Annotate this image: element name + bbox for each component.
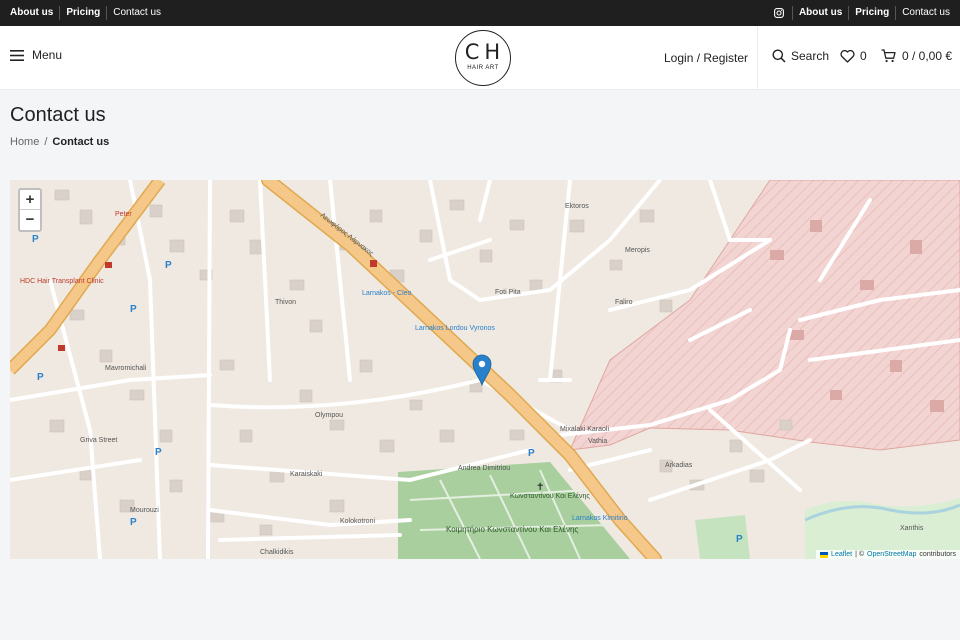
breadcrumb: Home / Contact us <box>10 136 109 148</box>
attribution-separator: | © <box>855 551 864 558</box>
label-ektoros: Ektoros <box>565 203 589 210</box>
label-meropis: Meropis <box>625 247 650 254</box>
breadcrumb-separator: / <box>44 136 48 148</box>
label-karaiskaki: Karaiskaki <box>290 471 323 478</box>
top-right-link-about[interactable]: About us <box>791 6 848 20</box>
leaflet-link[interactable]: Leaflet <box>831 551 852 558</box>
svg-text:P: P <box>736 534 743 545</box>
location-map[interactable]: Olympou Mixalaki Karaoli Karaiskaki Kolo… <box>10 180 960 559</box>
map-attribution: Leaflet | © OpenStreetMap contributors <box>816 550 960 559</box>
label-arkadias: Arkadias <box>665 462 693 469</box>
top-link-pricing[interactable]: Pricing <box>59 6 106 20</box>
label-griva: Griva Street <box>80 437 117 444</box>
svg-text:P: P <box>165 260 172 271</box>
search-button[interactable]: Search <box>772 49 829 63</box>
site-logo[interactable]: CH HAIR ART <box>455 30 511 86</box>
menu-label: Menu <box>32 48 63 62</box>
main-header: Menu CH HAIR ART Login / Register Search… <box>0 26 960 90</box>
top-bar: About us Pricing Contact us About us Pri… <box>0 0 960 26</box>
cart-button[interactable]: 0 / 0,00 € <box>881 49 952 63</box>
label-church: Κωνσταντίνου Και Ελένης <box>510 492 590 500</box>
label-andrea-dimitriou: Andrea Dimitriou <box>458 465 510 472</box>
header-divider <box>757 26 758 90</box>
label-stop-1: Larnakos - Cleo <box>362 290 412 297</box>
search-label: Search <box>791 49 830 63</box>
svg-text:P: P <box>130 304 137 315</box>
label-faliro: Faliro <box>615 299 633 306</box>
svg-text:✝: ✝ <box>536 482 544 493</box>
breadcrumb-current: Contact us <box>52 136 110 148</box>
label-xanthis: Xanthis <box>900 525 924 532</box>
label-mourouzi: Mourouzi <box>130 507 159 514</box>
wishlist-count: 0 <box>860 49 867 63</box>
top-link-about[interactable]: About us <box>10 6 59 20</box>
top-link-contact[interactable]: Contact us <box>106 6 167 20</box>
osm-link[interactable]: OpenStreetMap <box>867 551 916 558</box>
label-stop-2: Larnakos Lordou Vyronos <box>415 325 495 332</box>
ukraine-flag-icon <box>820 551 829 558</box>
label-kolokotroni: Kolokotroni <box>340 518 375 525</box>
label-chalkidikis: Chalkidikis <box>260 549 294 556</box>
label-mavromichali: Mavromichali <box>105 365 147 372</box>
logo-main-text: CH <box>464 40 506 64</box>
label-shop: Peter <box>115 211 132 218</box>
cart-total: 0 / 0,00 € <box>902 49 953 63</box>
top-bar-right-links: About us Pricing Contact us <box>766 0 956 26</box>
svg-text:P: P <box>528 448 535 459</box>
wishlist-button[interactable]: 0 <box>840 49 867 63</box>
label-bank: Vathia <box>588 438 607 445</box>
label-mixalaki: Mixalaki Karaoli <box>560 426 609 433</box>
page-title: Contact us <box>10 104 106 126</box>
login-register-link[interactable]: Login / Register <box>664 51 748 65</box>
label-cemetery: Κοιμητήριο Κωνσταντίνου Και Ελένης <box>446 525 578 534</box>
hamburger-icon <box>10 49 24 61</box>
attribution-contributors: contributors <box>919 551 956 558</box>
svg-text:P: P <box>32 234 39 245</box>
top-right-link-contact[interactable]: Contact us <box>895 6 956 20</box>
svg-text:P: P <box>130 517 137 528</box>
cart-icon <box>881 49 896 63</box>
instagram-icon[interactable] <box>766 6 792 20</box>
label-olympou: Olympou <box>315 412 343 419</box>
zoom-control: + − <box>18 188 42 232</box>
breadcrumb-home[interactable]: Home <box>10 136 39 148</box>
heart-icon <box>840 49 855 63</box>
search-icon <box>772 49 786 63</box>
zoom-out-button[interactable]: − <box>20 210 40 230</box>
svg-text:P: P <box>155 447 162 458</box>
label-thivon: Thivon <box>275 299 296 306</box>
menu-button[interactable]: Menu <box>10 48 62 62</box>
label-stop-3: Larnakos Kimitirio <box>572 515 628 522</box>
zoom-in-button[interactable]: + <box>20 190 40 210</box>
top-bar-left-links: About us Pricing Contact us <box>10 0 167 26</box>
logo-sub-text: HAIR ART <box>467 65 499 71</box>
svg-text:P: P <box>37 372 44 383</box>
label-foti-pita: Foti Pita <box>495 289 521 296</box>
map-tiles: Olympou Mixalaki Karaoli Karaiskaki Kolo… <box>10 180 960 559</box>
top-right-link-pricing[interactable]: Pricing <box>848 6 895 20</box>
label-clinic: HDC Hair Transplant Clinic <box>20 278 104 285</box>
